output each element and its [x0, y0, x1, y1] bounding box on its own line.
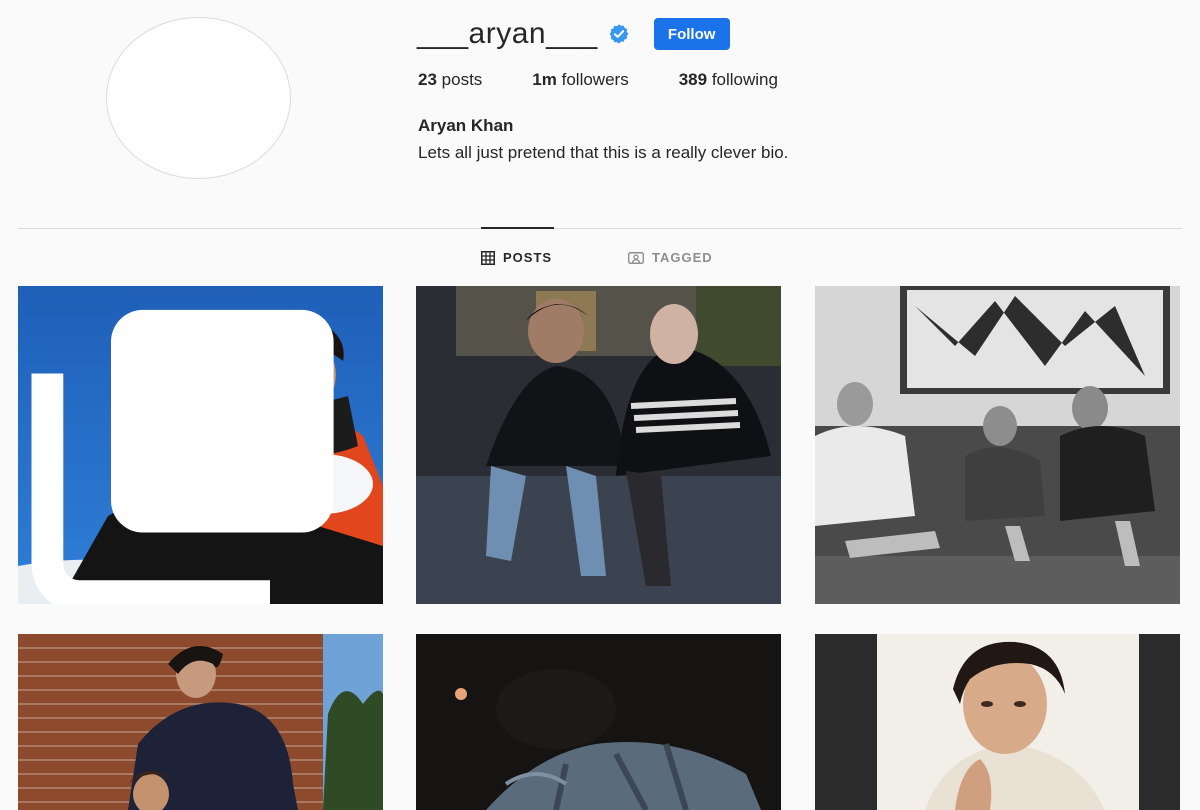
followers-stat[interactable]: 1m followers: [532, 70, 628, 90]
post-image-brickwall: [18, 634, 383, 810]
tab-tagged-label: TAGGED: [652, 250, 713, 265]
posts-stat: 23 posts: [418, 70, 482, 90]
follow-button[interactable]: Follow: [653, 18, 730, 50]
post-image-dark-denim: [416, 634, 781, 810]
post-image-portrait: [815, 634, 1180, 810]
tabs-divider: [18, 228, 1182, 229]
post-tile[interactable]: [416, 286, 781, 604]
posts-count: 23: [418, 70, 437, 89]
profile-page: ___aryan___ Follow 23 posts 1m followers…: [0, 0, 1200, 810]
posts-label: posts: [441, 70, 483, 89]
full-name: Aryan Khan: [418, 116, 514, 135]
post-image-sofa: [815, 286, 1180, 604]
post-tile[interactable]: [815, 634, 1180, 810]
active-tab-indicator: [481, 227, 554, 229]
bio-text: Lets all just pretend that this is a rea…: [418, 143, 789, 162]
profile-stats: 23 posts 1m followers 389 following: [418, 70, 828, 90]
post-tile[interactable]: [18, 634, 383, 810]
profile-avatar[interactable]: [106, 17, 291, 179]
multiple-photos-icon: [31, 309, 334, 604]
post-tile[interactable]: [815, 286, 1180, 604]
post-tile[interactable]: [18, 286, 383, 604]
tab-posts[interactable]: POSTS: [481, 250, 552, 265]
tab-tagged[interactable]: TAGGED: [628, 250, 713, 265]
following-count: 389: [678, 70, 708, 89]
grid-icon: [481, 250, 495, 265]
username: ___aryan___: [417, 17, 598, 50]
verified-badge-icon: [608, 23, 630, 45]
post-image-couch: [416, 286, 781, 604]
followers-count: 1m: [532, 70, 557, 89]
followers-label: followers: [561, 70, 629, 89]
tagged-icon: [628, 251, 644, 264]
tab-posts-label: POSTS: [503, 250, 553, 265]
following-label: following: [711, 70, 778, 89]
post-tile[interactable]: [416, 634, 781, 810]
following-stat[interactable]: 389 following: [679, 70, 778, 90]
username-row: ___aryan___ Follow: [417, 14, 730, 54]
